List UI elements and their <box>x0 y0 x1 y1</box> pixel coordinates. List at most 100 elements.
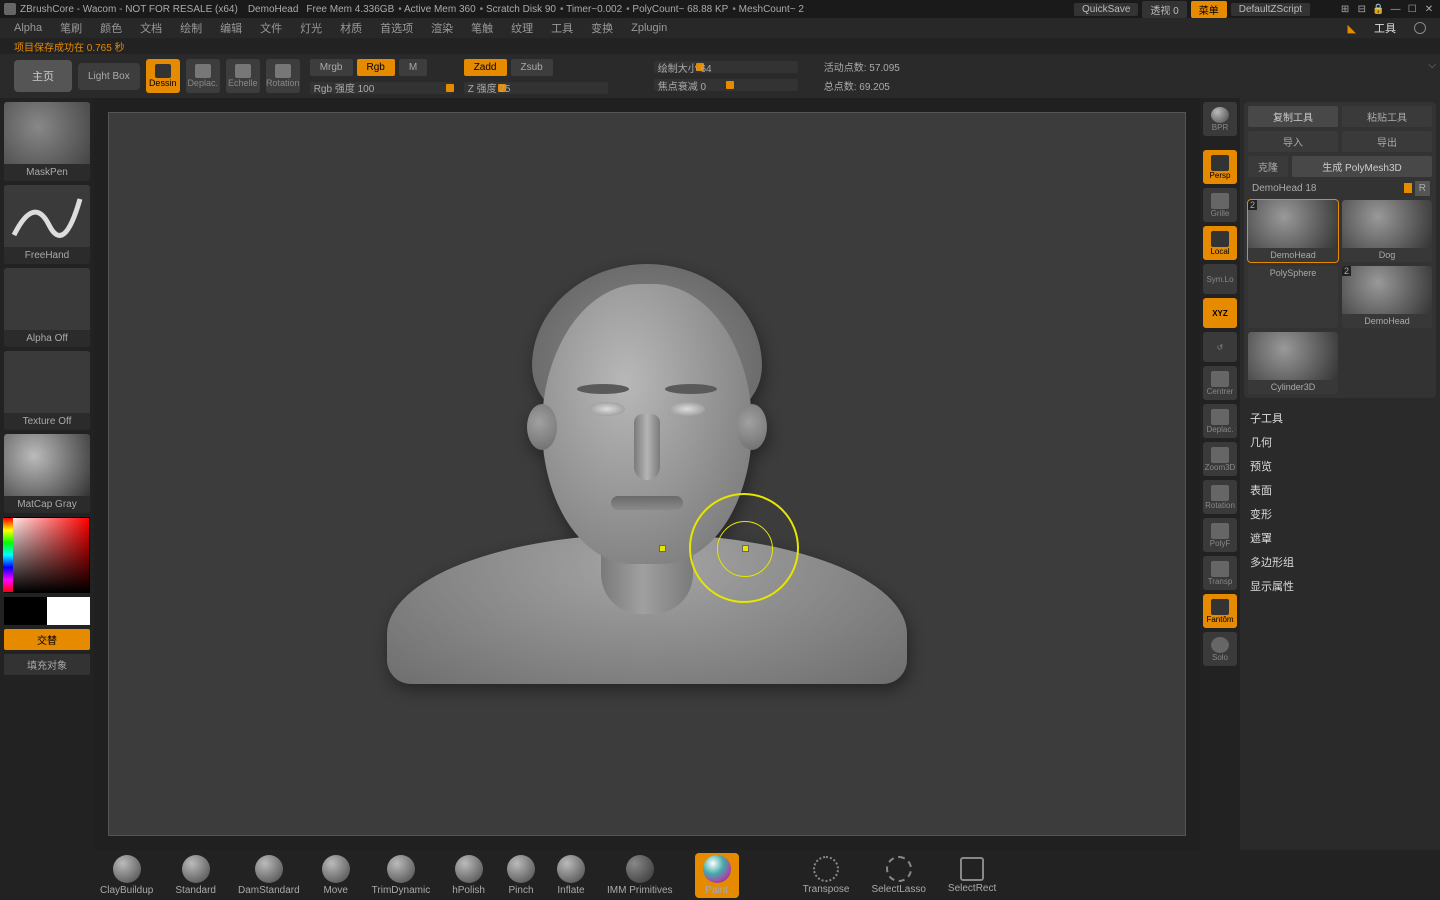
view-slider[interactable]: 透视 0 <box>1142 1 1186 18</box>
zscript-button[interactable]: DefaultZScript <box>1231 3 1310 16</box>
brush-hpolish[interactable]: hPolish <box>452 855 485 896</box>
tool-selectrect[interactable]: SelectRect <box>948 857 996 894</box>
copy-tool-button[interactable]: 复制工具 <box>1248 106 1338 127</box>
tool-selectlasso[interactable]: SelectLasso <box>871 856 925 895</box>
tool-history-slider[interactable]: DemoHead 18R <box>1248 181 1432 196</box>
mrgb-toggle[interactable]: Mrgb <box>310 59 353 76</box>
menu-transform[interactable]: 变换 <box>591 20 613 36</box>
menu-texture[interactable]: 纹理 <box>511 20 533 36</box>
transp-button[interactable]: Transp <box>1203 556 1237 590</box>
section-mask[interactable]: 遮罩 <box>1250 530 1430 546</box>
move-mode-button[interactable]: Deplac. <box>186 59 220 93</box>
brush-damstandard[interactable]: DamStandard <box>238 855 300 896</box>
solo-button[interactable]: Solo <box>1203 632 1237 666</box>
rgb-intensity-slider[interactable]: Rgb 强度 100 <box>310 82 454 94</box>
brush-trimdynamic[interactable]: TrimDynamic <box>372 855 431 896</box>
brush-selector[interactable]: MaskPen <box>4 102 90 181</box>
focal-shift-slider[interactable]: 焦点衰减 0 <box>654 79 798 91</box>
menu-brush[interactable]: 笔刷 <box>60 20 82 36</box>
minimize-button[interactable]: — <box>1388 4 1402 15</box>
rgb-toggle[interactable]: Rgb <box>357 59 395 76</box>
menu-draw[interactable]: 绘制 <box>180 20 202 36</box>
section-polygroups[interactable]: 多边形组 <box>1250 554 1430 570</box>
frame-button[interactable]: Centrer <box>1203 366 1237 400</box>
viewport-canvas[interactable] <box>108 112 1186 836</box>
polyframe-button[interactable]: PolyF <box>1203 518 1237 552</box>
section-preview[interactable]: 预览 <box>1250 458 1430 474</box>
grid-button[interactable]: Grille <box>1203 188 1237 222</box>
stroke-selector[interactable]: FreeHand <box>4 185 90 264</box>
menu-color[interactable]: 颜色 <box>100 20 122 36</box>
tool-tile-polysphere[interactable]: PolySphere <box>1248 266 1338 328</box>
color-picker[interactable] <box>4 517 90 593</box>
local-button[interactable]: Local <box>1203 226 1237 260</box>
scale-mode-button[interactable]: Echelle <box>226 59 260 93</box>
symlock-button[interactable]: Sym.Lo <box>1203 264 1237 294</box>
ghost-button[interactable]: Fantôm <box>1203 594 1237 628</box>
paste-tool-button[interactable]: 粘贴工具 <box>1342 106 1432 127</box>
m-toggle[interactable]: M <box>399 59 427 76</box>
import-button[interactable]: 导入 <box>1248 131 1338 152</box>
draw-mode-button[interactable]: Dessin <box>146 59 180 93</box>
brush-paint[interactable]: Paint <box>695 853 739 898</box>
axis-indicator[interactable]: ↺ <box>1203 332 1237 362</box>
pan-button[interactable]: Deplac. <box>1203 404 1237 438</box>
section-surface[interactable]: 表面 <box>1250 482 1430 498</box>
material-selector[interactable]: MatCap Gray <box>4 434 90 513</box>
brush-standard[interactable]: Standard <box>175 855 216 896</box>
brush-inflate[interactable]: Inflate <box>557 855 585 896</box>
reload-icon[interactable] <box>1414 22 1426 34</box>
rotate-mode-button[interactable]: Rotation <box>266 59 300 93</box>
maximize-button[interactable]: ☐ <box>1405 4 1419 15</box>
menu-render[interactable]: 渲染 <box>431 20 453 36</box>
brush-claybuildup[interactable]: ClayBuildup <box>100 855 153 896</box>
menu-file[interactable]: 文件 <box>260 20 282 36</box>
bpr-button[interactable]: BPR <box>1203 102 1237 136</box>
swap-colors-button[interactable]: 交替 <box>4 629 90 650</box>
section-geometry[interactable]: 几何 <box>1250 434 1430 450</box>
menu-alpha[interactable]: Alpha <box>14 22 42 34</box>
tool-tile-demohead[interactable]: 2DemoHead <box>1248 200 1338 262</box>
menu-zplugin[interactable]: Zplugin <box>631 22 667 34</box>
home-button[interactable]: 主页 <box>14 60 72 92</box>
brush-pinch[interactable]: Pinch <box>507 855 535 896</box>
lock-icon[interactable]: 🔒 <box>1372 4 1386 15</box>
section-display[interactable]: 显示属性 <box>1250 578 1430 594</box>
brush-imm[interactable]: IMM Primitives <box>607 855 673 896</box>
menu-prefs[interactable]: 首选项 <box>380 20 413 36</box>
zadd-toggle[interactable]: Zadd <box>464 59 507 76</box>
export-button[interactable]: 导出 <box>1342 131 1432 152</box>
tool-transpose[interactable]: Transpose <box>803 856 850 895</box>
xyz-button[interactable]: XYZ <box>1203 298 1237 328</box>
lightbox-button[interactable]: Light Box <box>78 63 140 90</box>
menu-material[interactable]: 材质 <box>340 20 362 36</box>
clone-button[interactable]: 克隆 <box>1248 156 1288 177</box>
tool-tile-demohead2[interactable]: 2DemoHead <box>1342 266 1432 328</box>
panel-pin-icon[interactable]: ◣ <box>1348 22 1356 35</box>
zsub-toggle[interactable]: Zsub <box>511 59 553 76</box>
quicksave-button[interactable]: QuickSave <box>1074 3 1138 16</box>
section-deform[interactable]: 变形 <box>1250 506 1430 522</box>
menu-document[interactable]: 文档 <box>140 20 162 36</box>
alpha-selector[interactable]: Alpha Off <box>4 268 90 347</box>
brush-move[interactable]: Move <box>322 855 350 896</box>
tool-tile-cylinder[interactable]: Cylinder3D <box>1248 332 1338 394</box>
make-polymesh-button[interactable]: 生成 PolyMesh3D <box>1292 156 1432 177</box>
chevron-down-icon[interactable]: ⌵ <box>1428 60 1436 71</box>
menu-tool[interactable]: 工具 <box>551 20 573 36</box>
section-subtool[interactable]: 子工具 <box>1250 410 1430 426</box>
close-button[interactable]: ✕ <box>1422 4 1436 15</box>
layout-btn-1[interactable]: ⊞ <box>1338 4 1352 15</box>
fill-object-button[interactable]: 填充对象 <box>4 654 90 675</box>
z-intensity-slider[interactable]: Z 强度 25 <box>464 82 608 94</box>
draw-size-slider[interactable]: 绘制大小 64 <box>654 61 798 73</box>
persp-button[interactable]: Persp <box>1203 150 1237 184</box>
menu-light[interactable]: 灯光 <box>300 20 322 36</box>
menu-button[interactable]: 菜单 <box>1191 1 1227 18</box>
tool-tile-dog[interactable]: Dog <box>1342 200 1432 262</box>
rotate-button[interactable]: Rotation <box>1203 480 1237 514</box>
layout-btn-2[interactable]: ⊟ <box>1355 4 1369 15</box>
zoom-button[interactable]: Zoom3D <box>1203 442 1237 476</box>
menu-stroke[interactable]: 笔触 <box>471 20 493 36</box>
color-swatches[interactable] <box>4 597 90 625</box>
